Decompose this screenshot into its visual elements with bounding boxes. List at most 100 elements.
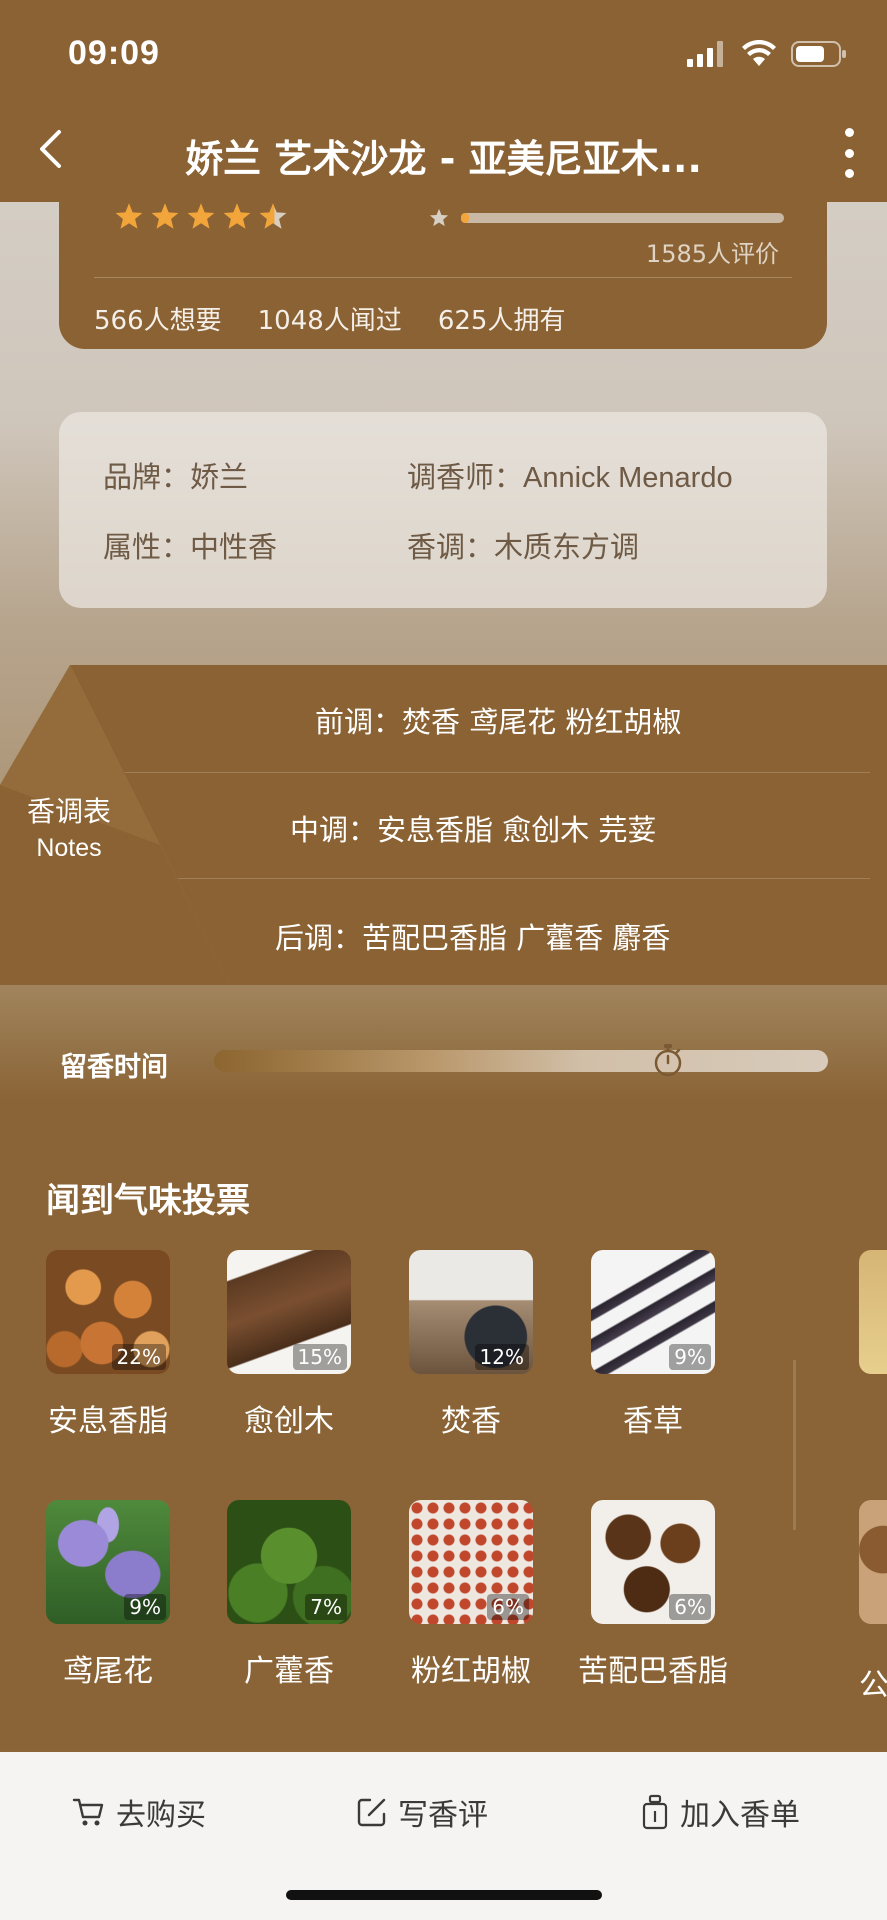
brand-field: 品牌：娇兰 (103, 454, 248, 496)
patchouli-image: 7% (227, 1500, 351, 1624)
vote-item-iris[interactable]: 9% 鸢尾花 (46, 1500, 170, 1690)
vote-item-vanilla[interactable]: 9% 香草 (591, 1250, 715, 1440)
perfumer-field: 调香师：Annick Menardo (407, 454, 733, 496)
more-button[interactable] (831, 128, 867, 178)
vote-label: 苦配巴香脂 (578, 1654, 728, 1689)
vote-percentage: 7% (305, 1594, 347, 1620)
rating-card: 1585人评价 566人想要 1048人闻过 625人拥有 (59, 202, 827, 349)
add-to-list-button[interactable]: 加入香单 (640, 1790, 800, 1834)
want-count[interactable]: 566人想要 (94, 300, 222, 337)
star-icon (187, 203, 215, 229)
vote-item-incense[interactable]: 12% 焚香 (409, 1250, 533, 1440)
benzoin-image: 22% (46, 1250, 170, 1374)
vote-label: 愈创木 (244, 1404, 334, 1439)
vote-item-patchouli[interactable]: 7% 广藿香 (227, 1500, 351, 1690)
vote-label: 鸢尾花 (63, 1654, 153, 1689)
gender-label: 属性： (103, 530, 191, 564)
edit-icon (357, 1798, 386, 1827)
divider (125, 772, 870, 773)
cart-icon (72, 1798, 104, 1826)
longevity-row: 留香时间 (0, 1030, 887, 1090)
vote-item-guaiac-wood[interactable]: 15% 愈创木 (227, 1250, 351, 1440)
notes-label: 香调表 Notes (18, 790, 120, 863)
rating-distribution-row (429, 208, 784, 227)
divider (94, 277, 792, 278)
copaiba-image: 6% (591, 1500, 715, 1624)
vote-item-peek[interactable] (859, 1500, 887, 1624)
header: 09:09 娇兰 艺术沙龙 - 亚美尼亚木... (0, 0, 887, 202)
rating-bar-fill (461, 212, 469, 223)
divider (178, 878, 870, 879)
vote-percentage: 22% (111, 1344, 166, 1370)
notes-section: 香调表 Notes 前调：焚香 鸢尾花 粉红胡椒 中调：安息香脂 愈创木 芫荽 … (0, 665, 887, 985)
vote-label: 广藿香 (244, 1654, 334, 1689)
vote-percentage: 12% (474, 1344, 529, 1370)
incense-image: 12% (409, 1250, 533, 1374)
more-dot (844, 169, 854, 178)
rating-stars (114, 202, 288, 230)
notes-label-en: Notes (36, 834, 102, 862)
buy-button[interactable]: 去购买 (72, 1790, 206, 1834)
vote-item-peek[interactable] (859, 1250, 887, 1374)
status-time: 09:09 (68, 34, 160, 72)
family-value: 木质东方调 (494, 530, 640, 564)
vote-label: 粉红胡椒 (411, 1654, 531, 1689)
vote-label-peek: 公 (859, 1668, 887, 1703)
iris-image: 9% (46, 1500, 170, 1624)
gender-value: 中性香 (190, 530, 278, 564)
star-icon (115, 203, 143, 229)
vote-label: 安息香脂 (48, 1404, 168, 1439)
buy-label: 去购买 (116, 1798, 206, 1833)
vote-percentage: 6% (487, 1594, 529, 1620)
stats-row: 566人想要 1048人闻过 625人拥有 (94, 300, 565, 337)
small-star-icon (429, 208, 449, 227)
gender-field: 属性：中性香 (103, 524, 277, 566)
more-dot (844, 128, 854, 137)
brand-value[interactable]: 娇兰 (190, 460, 248, 494)
own-count[interactable]: 625人拥有 (438, 300, 566, 337)
battery-icon (791, 41, 846, 67)
page-title: 娇兰 艺术沙龙 - 亚美尼亚木... (185, 137, 702, 181)
guaiac-wood-image: 15% (227, 1250, 351, 1374)
rating-bar-track (461, 212, 784, 223)
vote-label: 焚香 (441, 1404, 501, 1439)
half-star-icon (259, 203, 287, 229)
review-count[interactable]: 1585人评价 (646, 234, 779, 269)
vote-label: 香草 (623, 1404, 683, 1439)
perfumer-value[interactable]: Annick Menardo (523, 462, 733, 494)
vote-percentage: 9% (669, 1344, 711, 1370)
write-review-button[interactable]: 写香评 (356, 1790, 488, 1834)
base-notes: 后调：苦配巴香脂 广藿香 麝香 (275, 921, 671, 955)
family-label: 香调： (407, 530, 495, 564)
chevron-left-icon (40, 130, 61, 168)
stopwatch-icon (655, 1044, 682, 1077)
star-icon (151, 203, 179, 229)
write-review-label: 写香评 (398, 1798, 488, 1833)
vote-percentage: 6% (669, 1594, 711, 1620)
more-dot (844, 148, 854, 158)
top-notes: 前调：焚香 鸢尾花 粉红胡椒 (315, 705, 682, 739)
perfumer-label: 调香师： (407, 460, 524, 494)
scroll-indicator (793, 1360, 796, 1530)
vote-section-title: 闻到气味投票 (46, 1181, 250, 1221)
vote-item-benzoin[interactable]: 22% 安息香脂 (46, 1250, 170, 1440)
vote-percentage: 9% (124, 1594, 166, 1620)
home-indicator (286, 1890, 602, 1900)
vote-item-pink-pepper[interactable]: 6% 粉红胡椒 (409, 1500, 533, 1690)
star-icon (223, 203, 251, 229)
notes-label-zh: 香调表 (26, 795, 111, 828)
longevity-label: 留香时间 (60, 1052, 168, 1083)
longevity-track[interactable] (214, 1050, 828, 1072)
signal-icon (687, 41, 723, 67)
vote-item-copaiba[interactable]: 6% 苦配巴香脂 (578, 1500, 728, 1690)
wifi-icon (742, 40, 776, 66)
back-button[interactable] (26, 122, 74, 176)
info-card: 品牌：娇兰 调香师：Annick Menardo 属性：中性香 香调：木质东方调 (59, 412, 827, 608)
pink-pepper-image: 6% (409, 1500, 533, 1624)
smelled-count[interactable]: 1048人闻过 (258, 300, 402, 337)
vanilla-image: 9% (591, 1250, 715, 1374)
perfume-bottle-icon (642, 1794, 668, 1830)
brand-label: 品牌： (103, 460, 191, 494)
middle-notes: 中调：安息香脂 愈创木 芫荽 (290, 813, 657, 847)
add-to-list-label: 加入香单 (680, 1798, 800, 1833)
